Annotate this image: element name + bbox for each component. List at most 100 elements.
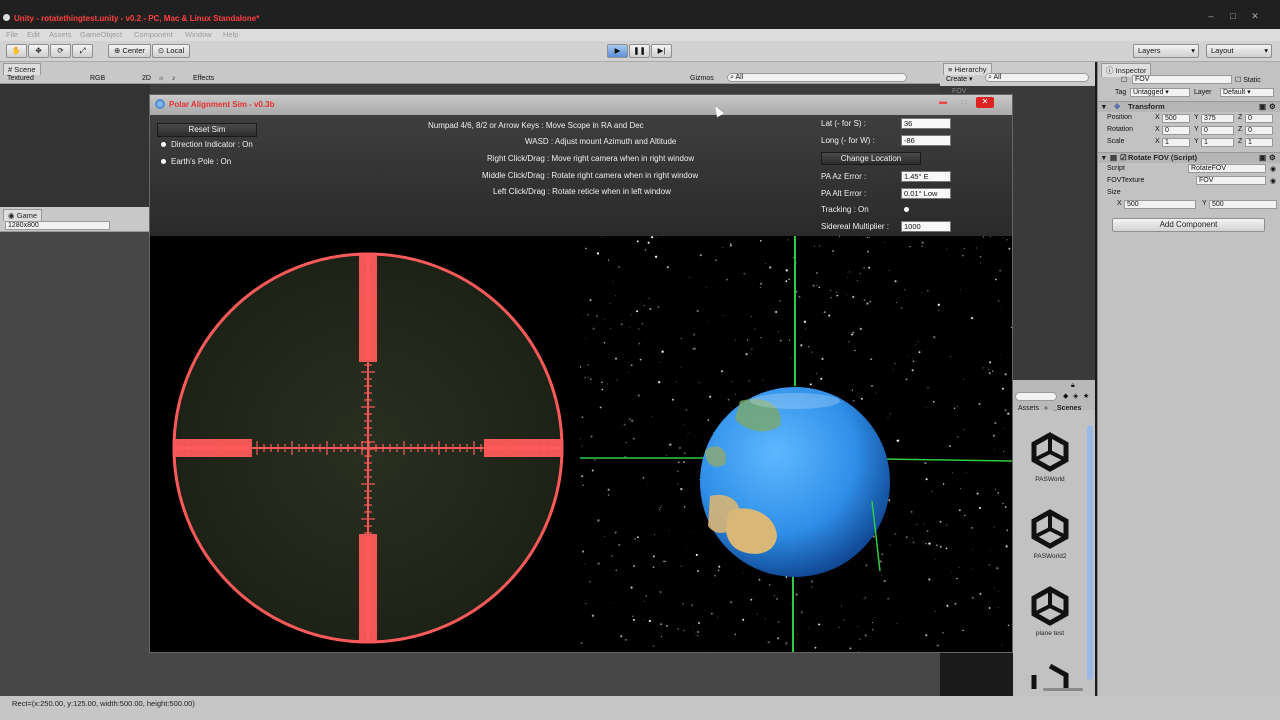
change-location-button[interactable]: Change Location	[821, 152, 921, 165]
reference-icon[interactable]: ▣	[1259, 153, 1266, 163]
star	[928, 578, 931, 581]
star	[992, 434, 995, 437]
menu-edit[interactable]: Edit	[27, 30, 40, 39]
scene-shading-dropdown[interactable]: Textured	[7, 75, 34, 82]
label-icon[interactable]: ◈	[1073, 392, 1078, 400]
minimize-icon[interactable]: –	[1204, 12, 1218, 21]
asset-plane-test[interactable]: plane test	[1013, 586, 1087, 637]
sky-view[interactable]	[580, 236, 1012, 652]
hand-tool-icon[interactable]: ✋	[6, 44, 27, 58]
size-y-field[interactable]: 500	[1209, 200, 1277, 209]
scene-search-input[interactable]: ⌕ All	[727, 73, 907, 82]
direction-indicator-label[interactable]: Direction Indicator : On	[171, 140, 253, 149]
pivot-center-button[interactable]: ⊕ Center	[108, 44, 151, 58]
breadcrumb-assets[interactable]: Assets	[1018, 405, 1039, 412]
active-checkbox[interactable]: ☐	[1121, 76, 1127, 84]
scope-view[interactable]	[150, 236, 580, 652]
scene-view[interactable]	[0, 84, 150, 207]
tab-scene[interactable]: # Scene	[3, 63, 41, 75]
sidereal-multiplier-input[interactable]: 1000	[901, 221, 951, 232]
lat-input[interactable]: 36	[901, 118, 951, 129]
layer-dropdown[interactable]: Default ▾	[1220, 88, 1274, 97]
star	[866, 302, 869, 305]
tracking-toggle[interactable]	[904, 207, 909, 212]
earths-pole-toggle[interactable]	[161, 159, 166, 164]
scene-effects-dropdown[interactable]: Effects	[193, 75, 214, 82]
scale-tool-icon[interactable]: ⤢	[72, 44, 93, 58]
audio-icon[interactable]: ♪	[172, 75, 176, 82]
hierarchy-search-input[interactable]: ⌕ All	[985, 73, 1089, 82]
static-checkbox[interactable]: ☐ Static	[1235, 76, 1261, 84]
breadcrumb-scenes[interactable]: _Scenes	[1053, 405, 1081, 412]
hierarchy-create-dropdown[interactable]: Create ▾	[946, 75, 972, 83]
position-z-field[interactable]: 0	[1245, 114, 1273, 123]
step-button[interactable]: ▶|	[651, 44, 672, 58]
asset-pasworld2[interactable]: PASWorld2	[1013, 509, 1087, 560]
rotation-z-field[interactable]: 0	[1245, 126, 1273, 135]
scene-gizmos-dropdown[interactable]: Gizmos	[690, 75, 714, 82]
lock-icon[interactable]: 🔒︎	[1071, 382, 1075, 390]
pause-button[interactable]: ❚❚	[629, 44, 650, 58]
play-button[interactable]: ▶	[607, 44, 628, 58]
reference-icon[interactable]: ▣	[1259, 102, 1266, 112]
project-scrollbar[interactable]	[1087, 425, 1093, 680]
menu-assets[interactable]: Assets	[49, 30, 72, 39]
fov-texture-field[interactable]: FOV	[1196, 176, 1266, 185]
rotation-y-field[interactable]: 0	[1201, 126, 1234, 135]
size-x-field[interactable]: 500	[1124, 200, 1196, 209]
menu-help[interactable]: Help	[223, 30, 238, 39]
pivot-local-button[interactable]: ⊙ Local	[152, 44, 190, 58]
sky-svg	[580, 236, 1012, 652]
menu-gameobject[interactable]: GameObject	[80, 30, 122, 39]
object-picker-icon[interactable]: ◉	[1270, 165, 1276, 173]
enabled-checkbox[interactable]: ☑	[1120, 153, 1127, 163]
layers-dropdown[interactable]: Layers ▾	[1133, 44, 1199, 58]
maximize-icon[interactable]: □	[1226, 12, 1240, 21]
light-icon[interactable]: ☼	[158, 75, 164, 82]
star	[958, 509, 961, 512]
expand-icon[interactable]: ▾	[1102, 153, 1106, 163]
rotation-x-field[interactable]: 0	[1162, 126, 1190, 135]
scene-2d-toggle[interactable]: 2D	[142, 75, 151, 82]
sim-title-bar[interactable]: Polar Alignment Sim - v0.3b ▬ ▭ ✕	[150, 95, 1012, 115]
icon-size-slider[interactable]	[1043, 688, 1083, 691]
expand-icon[interactable]: ▾	[1102, 102, 1106, 112]
position-x-field[interactable]: 500	[1162, 114, 1190, 123]
transform-header[interactable]: ▾ ✥ Transform ▣ ⚙	[1098, 101, 1280, 112]
star	[851, 333, 853, 336]
rotate-tool-icon[interactable]: ⟳	[50, 44, 71, 58]
layout-dropdown[interactable]: Layout ▾	[1206, 44, 1272, 58]
position-y-field[interactable]: 375	[1201, 114, 1234, 123]
favorite-icon[interactable]: ★	[1083, 392, 1089, 400]
long-input[interactable]: -86	[901, 135, 951, 146]
scene-rgb-dropdown[interactable]: RGB	[90, 75, 105, 82]
object-name-field[interactable]: FOV	[1132, 75, 1232, 84]
project-search-input[interactable]	[1015, 392, 1057, 401]
script-field[interactable]: RotateFOV	[1188, 164, 1266, 173]
move-tool-icon[interactable]: ✥	[28, 44, 49, 58]
settings-gear-icon[interactable]: ⚙	[1269, 102, 1276, 112]
sim-minimize-icon[interactable]: ▬	[934, 97, 952, 108]
object-picker-icon[interactable]: ◉	[1270, 177, 1276, 185]
menu-window[interactable]: Window	[185, 30, 212, 39]
menu-file[interactable]: File	[6, 30, 18, 39]
scale-z-field[interactable]: 1	[1245, 138, 1273, 147]
sim-close-icon[interactable]: ✕	[976, 97, 994, 108]
menu-component[interactable]: Component	[134, 30, 173, 39]
rotate-fov-script-header[interactable]: ▾ ▤ ☑ Rotate FOV (Script) ▣ ⚙	[1098, 152, 1280, 163]
scale-y-field[interactable]: 1	[1201, 138, 1234, 147]
scale-x-field[interactable]: 1	[1162, 138, 1190, 147]
direction-indicator-toggle[interactable]	[161, 142, 166, 147]
game-resolution-dropdown[interactable]: 1280x800	[5, 221, 110, 230]
asset-pasworld[interactable]: PASWorld	[1013, 432, 1087, 483]
add-component-button[interactable]: Add Component	[1112, 218, 1265, 232]
filter-icon[interactable]: ◆	[1063, 392, 1068, 400]
tab-game[interactable]: ◉ Game	[3, 209, 43, 221]
reset-sim-button[interactable]: Reset Sim	[157, 123, 257, 137]
sim-maximize-icon[interactable]: ▭	[955, 97, 973, 108]
tab-hierarchy[interactable]: ≡ Hierarchy	[943, 63, 992, 75]
tag-dropdown[interactable]: Untagged ▾	[1130, 88, 1190, 97]
close-icon[interactable]: ✕	[1248, 12, 1262, 21]
settings-gear-icon[interactable]: ⚙	[1269, 153, 1276, 163]
earths-pole-label[interactable]: Earth's Pole : On	[171, 157, 231, 166]
